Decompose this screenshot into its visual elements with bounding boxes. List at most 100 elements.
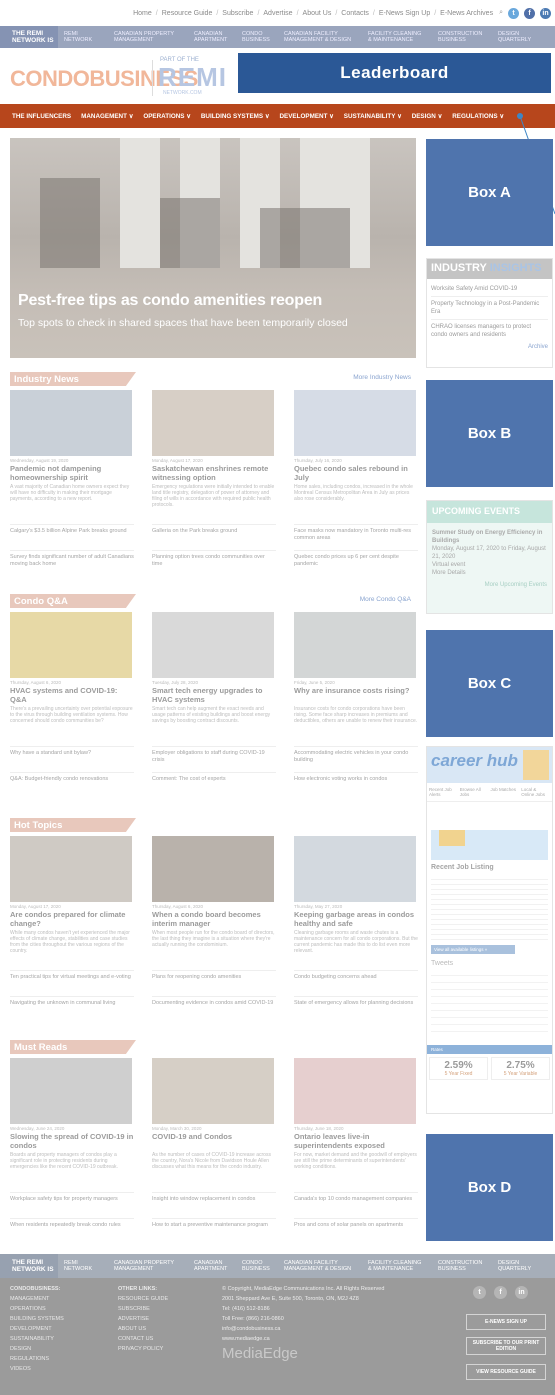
related-link[interactable]: Ten practical tips for virtual meetings … bbox=[10, 970, 134, 981]
footer-link[interactable]: CONTACT US bbox=[118, 1334, 168, 1344]
careerhub-view-all-button[interactable]: View all available listings » bbox=[431, 945, 515, 954]
footer-remi-link[interactable]: CONDO BUSINESS bbox=[236, 1260, 278, 1272]
article-thumbnail[interactable] bbox=[294, 612, 416, 678]
footer-link[interactable]: ADVERTISE bbox=[118, 1314, 168, 1324]
article-title[interactable]: Smart tech energy upgrades to HVAC syste… bbox=[152, 686, 276, 704]
search-icon[interactable]: ⌕ bbox=[499, 9, 503, 17]
article-thumbnail[interactable] bbox=[10, 1058, 132, 1124]
event-more-details-link[interactable]: More Details bbox=[432, 569, 547, 577]
remi-link-remi[interactable]: REMI NETWORK bbox=[58, 31, 108, 43]
resource-guide-button[interactable]: VIEW RESOURCE GUIDE bbox=[466, 1364, 546, 1380]
footer-link[interactable]: VIDEOS bbox=[10, 1364, 64, 1374]
remi-link-condo-business[interactable]: CONDO BUSINESS bbox=[236, 31, 278, 43]
article-thumbnail[interactable] bbox=[294, 836, 416, 902]
hero-title[interactable]: Pest-free tips as condo amenities reopen bbox=[18, 292, 322, 310]
careerhub-tab-matches[interactable]: Job Matches bbox=[491, 787, 520, 797]
enews-signup-button[interactable]: E-NEWS SIGN UP bbox=[466, 1314, 546, 1330]
remi-link-cfmd[interactable]: CANADIAN FACILITY MANAGEMENT & DESIGN bbox=[278, 31, 362, 43]
related-link[interactable]: Plans for reopening condo amenities bbox=[152, 970, 276, 981]
related-link[interactable]: Canada's top 10 condo management compani… bbox=[294, 1192, 418, 1203]
rate-variable[interactable]: 2.75% 5 Year Variable bbox=[491, 1057, 550, 1080]
nav-item-building-systems[interactable]: BUILDING SYSTEMS ∨ bbox=[201, 113, 270, 120]
related-link[interactable]: Planning option trees condo communities … bbox=[152, 550, 276, 568]
footer-link[interactable]: DESIGN bbox=[10, 1344, 64, 1354]
ad-box-b[interactable]: Box B bbox=[426, 380, 553, 487]
footer-remi-link[interactable]: CONSTRUCTION BUSINESS bbox=[432, 1260, 492, 1272]
related-link[interactable]: Galleria on the Park breaks ground bbox=[152, 524, 276, 535]
related-link[interactable]: Condo budgeting concerns ahead bbox=[294, 970, 418, 981]
nav-item-development[interactable]: DEVELOPMENT ∨ bbox=[279, 113, 333, 120]
article-title[interactable]: Keeping garbage areas in condos healthy … bbox=[294, 910, 418, 928]
nav-item-design[interactable]: DESIGN ∨ bbox=[412, 113, 443, 120]
careerhub-tab-local[interactable]: Local & Online Jobs bbox=[521, 787, 550, 797]
insights-archive-link[interactable]: Archive bbox=[431, 343, 548, 351]
topbar-link-subscribe[interactable]: Subscribe bbox=[222, 10, 253, 17]
footer-remi-link[interactable]: CANADIAN FACILITY MANAGEMENT & DESIGN bbox=[278, 1260, 362, 1272]
section-more-link[interactable]: More Condo Q&A bbox=[360, 596, 411, 603]
article-title[interactable]: Why are insurance costs rising? bbox=[294, 686, 418, 695]
section-more-link[interactable]: More Industry News bbox=[353, 374, 411, 381]
article-thumbnail[interactable] bbox=[10, 612, 132, 678]
related-link[interactable]: Navigating the unknown in communal livin… bbox=[10, 996, 134, 1007]
related-link[interactable]: Employer obligations to staff during COV… bbox=[152, 746, 276, 764]
facebook-icon[interactable]: f bbox=[524, 7, 535, 19]
article-title[interactable]: Slowing the spread of COVID-19 in condos bbox=[10, 1132, 134, 1150]
subscribe-print-button[interactable]: SUBSCRIBE TO OUR PRINT EDITION bbox=[466, 1337, 546, 1355]
nav-item-sustainability[interactable]: SUSTAINABILITY ∨ bbox=[344, 113, 402, 120]
footer-link[interactable]: ABOUT US bbox=[118, 1324, 168, 1334]
rate-fixed[interactable]: 2.59% 5 Year Fixed bbox=[429, 1057, 488, 1080]
article-thumbnail[interactable] bbox=[152, 836, 274, 902]
article-thumbnail[interactable] bbox=[294, 1058, 416, 1124]
footer-link[interactable]: PRIVACY POLICY bbox=[118, 1344, 168, 1354]
footer-remi-link[interactable]: CANADIAN PROPERTY MANAGEMENT bbox=[108, 1260, 188, 1272]
footer-remi-link[interactable]: REMI NETWORK bbox=[58, 1260, 108, 1272]
ad-box-d[interactable]: Box D bbox=[426, 1134, 553, 1241]
footer-web[interactable]: www.mediaedge.ca bbox=[222, 1334, 384, 1344]
remi-link-canadian-apartment[interactable]: CANADIAN APARTMENT bbox=[188, 31, 236, 43]
article-thumbnail[interactable] bbox=[152, 390, 274, 456]
twitter-icon[interactable]: t bbox=[508, 7, 519, 19]
facebook-icon[interactable]: f bbox=[494, 1286, 507, 1299]
topbar-link-home[interactable]: Home bbox=[133, 10, 152, 17]
leaderboard-ad[interactable]: Leaderboard bbox=[238, 53, 551, 93]
nav-item-regulations[interactable]: REGULATIONS ∨ bbox=[452, 113, 504, 120]
topbar-link-contacts[interactable]: Contacts bbox=[341, 10, 369, 17]
article-title[interactable]: HVAC systems and COVID-19: Q&A bbox=[10, 686, 134, 704]
footer-remi-link[interactable]: CANADIAN APARTMENT bbox=[188, 1260, 236, 1272]
article-title[interactable]: Pandemic not dampening homeownership spi… bbox=[10, 464, 134, 482]
remi-link-construction[interactable]: CONSTRUCTION BUSINESS bbox=[432, 31, 492, 43]
topbar-link-advertise[interactable]: Advertise bbox=[263, 10, 292, 17]
remi-link-design-quarterly[interactable]: DESIGN QUARTERLY bbox=[492, 31, 542, 43]
related-link[interactable]: Why have a standard unit bylaw? bbox=[10, 746, 134, 757]
topbar-link-resource-guide[interactable]: Resource Guide bbox=[162, 10, 213, 17]
footer-link[interactable]: RESOURCE GUIDE bbox=[118, 1294, 168, 1304]
remi-link-cpm[interactable]: CANADIAN PROPERTY MANAGEMENT bbox=[108, 31, 188, 43]
footer-link[interactable]: SUSTAINABILITY bbox=[10, 1334, 64, 1344]
article-title[interactable]: Ontario leaves live-in superintendents e… bbox=[294, 1132, 418, 1150]
events-more-link[interactable]: More Upcoming Events bbox=[432, 581, 547, 589]
article-title[interactable]: Quebec condo sales rebound in July bbox=[294, 464, 418, 482]
related-link[interactable]: Accommodating electric vehicles in your … bbox=[294, 746, 418, 764]
article-title[interactable]: Saskatchewan enshrines remote witnessing… bbox=[152, 464, 276, 482]
footer-email[interactable]: info@condobusiness.ca bbox=[222, 1324, 384, 1334]
article-thumbnail[interactable] bbox=[10, 836, 132, 902]
article-thumbnail[interactable] bbox=[294, 390, 416, 456]
insights-item[interactable]: Property Technology in a Post-Pandemic E… bbox=[431, 300, 548, 320]
twitter-icon[interactable]: t bbox=[473, 1286, 486, 1299]
footer-link[interactable]: BUILDING SYSTEMS bbox=[10, 1314, 64, 1324]
article-title[interactable]: Are condos prepared for climate change? bbox=[10, 910, 134, 928]
related-link[interactable]: When residents repeatedly break condo ru… bbox=[10, 1218, 134, 1229]
nav-item-operations[interactable]: OPERATIONS ∨ bbox=[143, 113, 191, 120]
related-link[interactable]: Documenting evidence in condos amid COVI… bbox=[152, 996, 276, 1007]
related-link[interactable]: Face masks now mandatory in Toronto mult… bbox=[294, 524, 418, 542]
footer-remi-link[interactable]: DESIGN QUARTERLY bbox=[492, 1260, 542, 1272]
footer-link[interactable]: SUBSCRIBE bbox=[118, 1304, 168, 1314]
related-link[interactable]: How to start a preventive maintenance pr… bbox=[152, 1218, 276, 1229]
related-link[interactable]: State of emergency allows for planning d… bbox=[294, 996, 418, 1007]
footer-link[interactable]: MANAGEMENT bbox=[10, 1294, 64, 1304]
topbar-link-about-us[interactable]: About Us bbox=[303, 10, 332, 17]
event-title[interactable]: Summer Study on Energy Efficiency in Bui… bbox=[432, 529, 547, 545]
related-link[interactable]: Comment: The cost of experts bbox=[152, 772, 276, 783]
related-link[interactable]: Quebec condo prices up 6 per cent despit… bbox=[294, 550, 418, 568]
related-link[interactable]: Calgary's $3.5 billion Alpine Park break… bbox=[10, 524, 134, 535]
